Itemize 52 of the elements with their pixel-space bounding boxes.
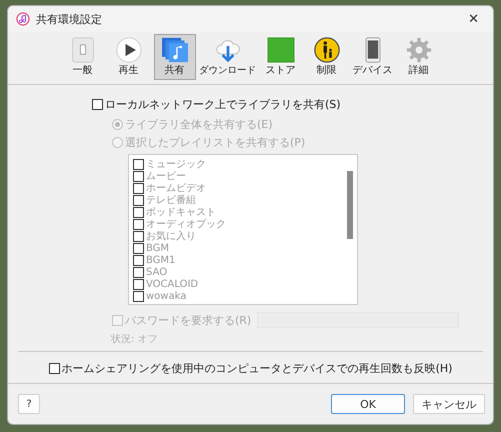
play-icon: [114, 37, 144, 63]
cancel-button[interactable]: キャンセル: [413, 394, 485, 414]
checkbox[interactable]: [133, 170, 144, 182]
checkbox[interactable]: [133, 254, 144, 266]
phone-icon: [364, 37, 382, 63]
switch-icon: [70, 37, 96, 63]
preferences-tab[interactable]: 一般: [62, 34, 104, 80]
checkbox[interactable]: [133, 230, 144, 242]
checkbox[interactable]: [133, 218, 144, 230]
playlist-label: ポッドキャスト: [146, 206, 216, 218]
checkbox[interactable]: [133, 194, 144, 206]
status-text: 状況: オフ: [111, 332, 159, 346]
playlist-label: お気に入り: [146, 230, 196, 243]
preferences-tab[interactable]: デバイス: [352, 34, 394, 80]
ok-button[interactable]: OK: [331, 394, 405, 414]
preferences-tab[interactable]: 再生: [108, 34, 150, 80]
checkbox[interactable]: [48, 363, 60, 374]
radio-label: ライブラリ全体を共有する(E): [125, 117, 273, 132]
preferences-tab[interactable]: 詳細: [398, 34, 440, 80]
close-button[interactable]: ✕: [462, 10, 485, 28]
playlist-label: ミュージック: [146, 158, 206, 171]
playlist-label: wowaka: [146, 290, 186, 302]
playlist-label: SAO: [146, 266, 168, 278]
checkbox[interactable]: [133, 206, 144, 218]
checkbox-label: ホームシェアリングを使用中のコンピュータとデバイスでの再生回数も反映(H): [62, 361, 452, 376]
music-note-icon: [16, 12, 30, 26]
checkbox[interactable]: [92, 99, 103, 110]
checkbox[interactable]: [133, 278, 144, 290]
playlist-label: BGM1: [146, 254, 176, 266]
preferences-tab[interactable]: ダウンロード: [198, 34, 258, 80]
playlist-label: ホームビデオ: [146, 182, 206, 194]
parent-child-icon: [312, 37, 342, 63]
scrollbar-thumb[interactable]: [347, 171, 353, 239]
square-icon: [266, 37, 296, 63]
window-title: 共有環境設定: [36, 12, 102, 26]
radio-label: 選択したプレイリストを共有する(P): [125, 135, 306, 150]
checkbox[interactable]: [133, 266, 144, 278]
checkbox[interactable]: [133, 290, 144, 302]
playlist-label: ムービー: [146, 170, 186, 183]
playlist-label: オーディオブック: [146, 218, 226, 230]
checkbox-label: パスワードを要求する(R): [125, 312, 252, 328]
help-button[interactable]: ?: [18, 394, 40, 414]
preferences-tab[interactable]: 共有: [154, 34, 196, 80]
playlist-label: テレビ番組: [146, 194, 196, 207]
preferences-tab[interactable]: 制限: [306, 34, 348, 80]
checkbox[interactable]: [133, 158, 144, 170]
preferences-tab[interactable]: ストア: [260, 34, 302, 80]
checkbox[interactable]: [133, 182, 144, 194]
checkbox-label: ローカルネットワーク上でライブラリを共有(S): [105, 97, 341, 112]
playlist-label: BGM: [146, 242, 170, 254]
checkbox[interactable]: [133, 242, 144, 254]
playlist-label: VOCALOID: [146, 278, 198, 290]
